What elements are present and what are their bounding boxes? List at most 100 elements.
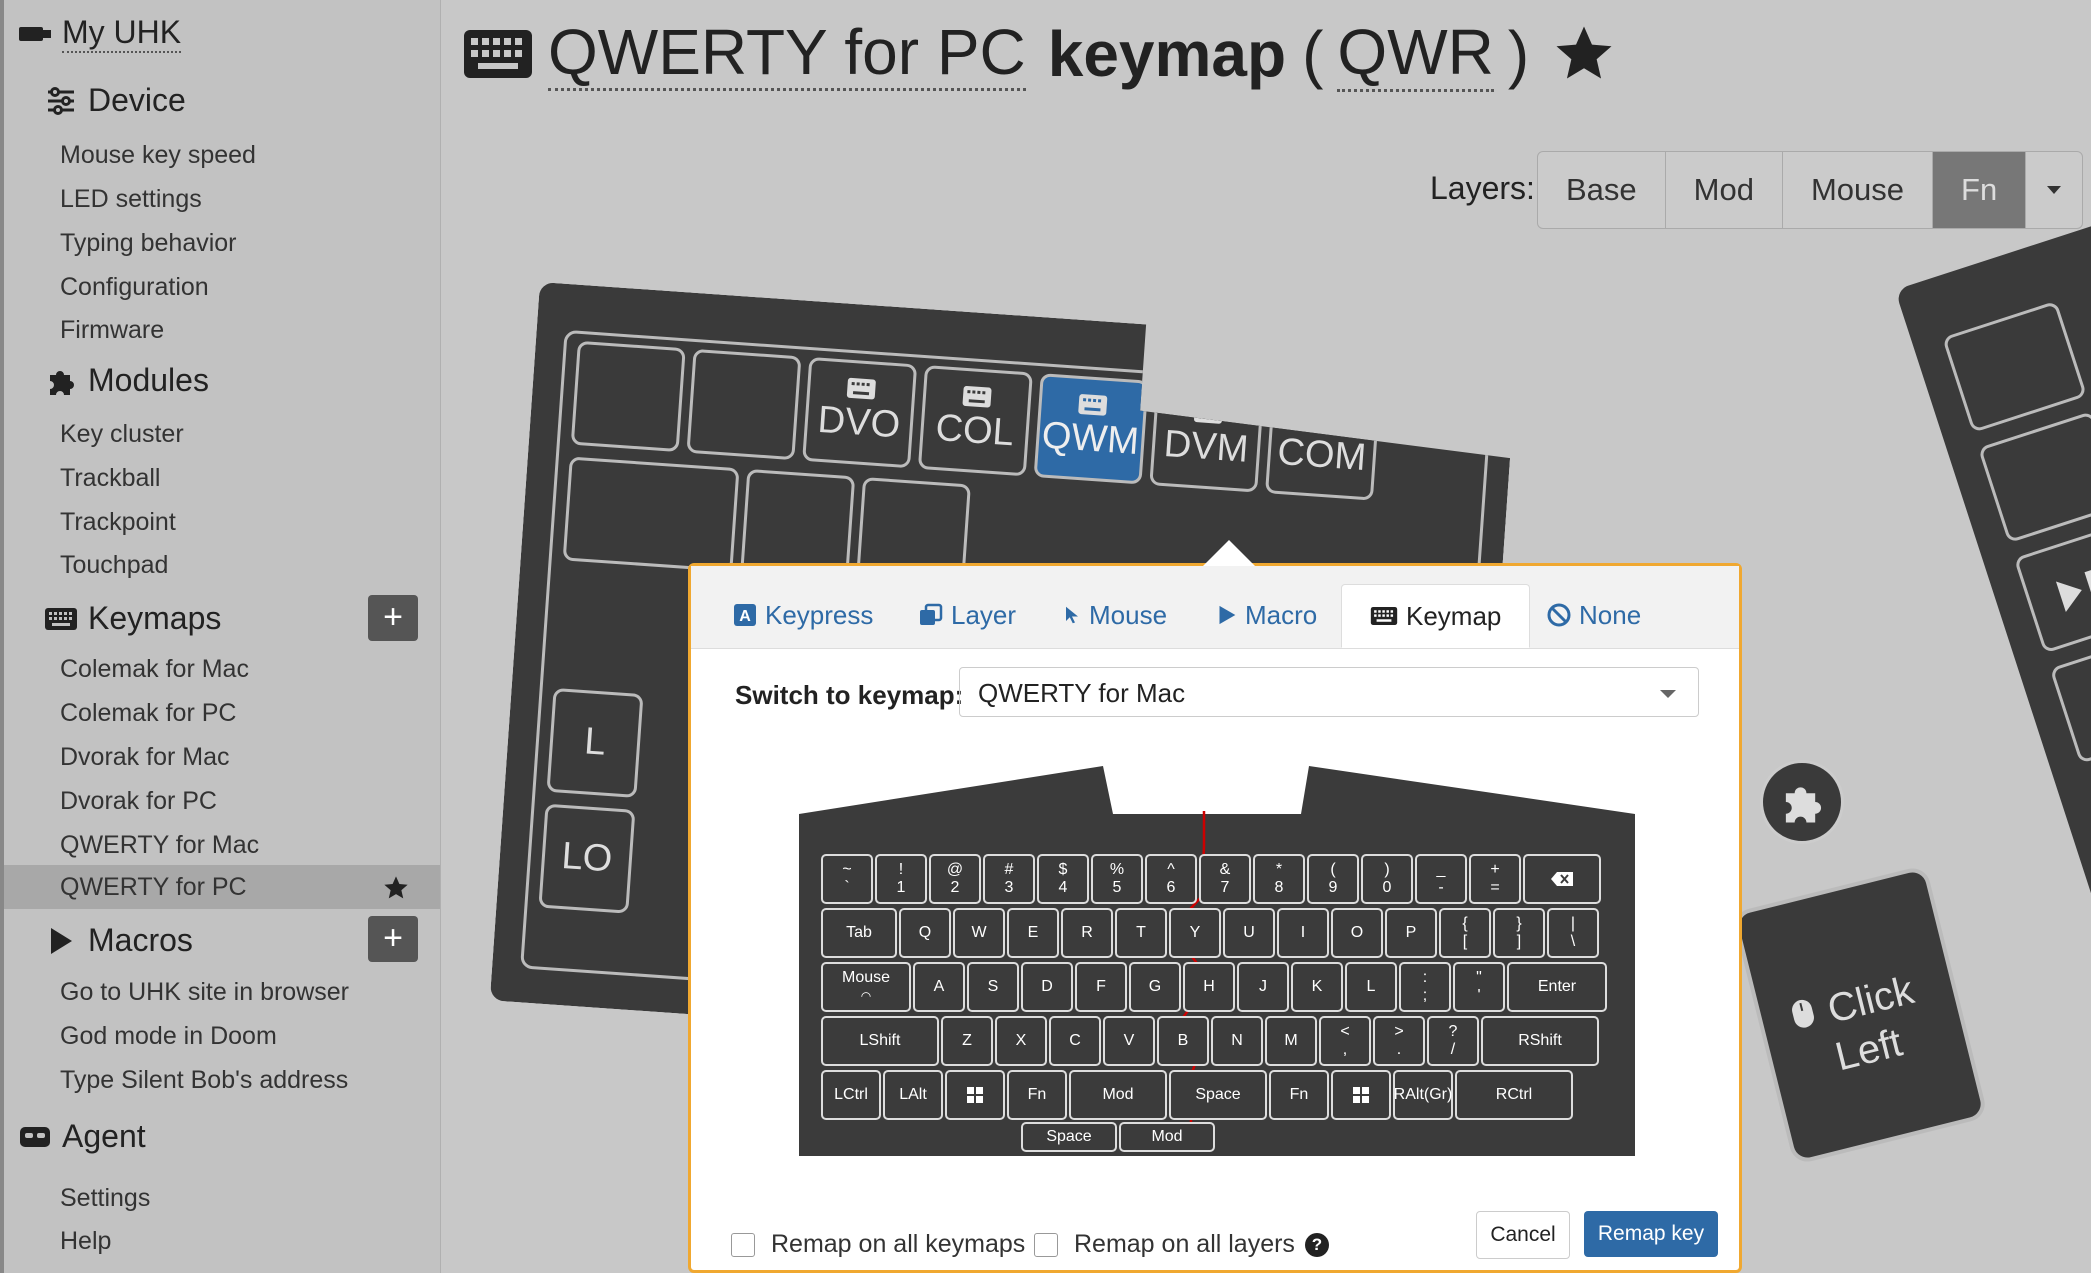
tab-mouse[interactable]: Mouse: [1063, 584, 1167, 646]
layer-mouse-button[interactable]: Mouse: [1783, 152, 1934, 228]
key-col[interactable]: COL: [918, 365, 1033, 476]
checkbox-box[interactable]: [1034, 1232, 1058, 1257]
sidebar-item-mouse-key-speed[interactable]: Mouse key speed: [60, 141, 256, 170]
key-empty-1[interactable]: [571, 341, 686, 452]
preview-key-top: F: [1096, 978, 1106, 995]
tab-none[interactable]: None: [1547, 584, 1641, 646]
layer-fn-button[interactable]: Fn: [1933, 152, 2027, 228]
add-macro-button[interactable]: +: [368, 916, 418, 962]
preview-key-bottom: /: [1450, 1041, 1456, 1058]
key-l[interactable]: L: [546, 688, 643, 798]
preview-key-top: Mod: [1102, 1086, 1134, 1103]
key-lo[interactable]: LO: [538, 804, 635, 914]
keyboard-icon: [44, 602, 78, 636]
preview-key: (9: [1307, 854, 1359, 904]
key-row2-1[interactable]: [563, 457, 740, 573]
preview-key-top: T: [1136, 924, 1146, 941]
sidebar-item-qwerty-mac[interactable]: QWERTY for Mac: [60, 831, 259, 860]
key-dvm[interactable]: DVM: [1149, 381, 1264, 492]
keyboard-icon: [1193, 401, 1224, 425]
sliders-icon: [44, 84, 78, 118]
key-right-play-pause[interactable]: [2013, 521, 2091, 654]
sidebar-item-dvorak-mac[interactable]: Dvorak for Mac: [60, 743, 229, 772]
layer-dropdown-button[interactable]: [2026, 152, 2082, 228]
preview-key: [1331, 1070, 1391, 1120]
sidebar-item-trackball[interactable]: Trackball: [60, 464, 161, 493]
tab-macro[interactable]: Macro: [1217, 584, 1317, 646]
keyboard-icon: [961, 385, 992, 409]
preview-key-bottom: 1: [896, 879, 906, 896]
key-right-k[interactable]: k: [2049, 631, 2091, 764]
default-keymap-star-icon[interactable]: [1551, 21, 1617, 87]
remap-key-button[interactable]: Remap key: [1584, 1211, 1718, 1257]
preview-key-top: N: [1231, 1032, 1243, 1049]
sidebar-item-colemak-pc[interactable]: Colemak for PC: [60, 699, 236, 728]
preview-key: LCtrl: [821, 1070, 881, 1120]
switch-to-keymap-label: Switch to keymap:: [735, 680, 964, 710]
preview-key: :;: [1399, 962, 1451, 1012]
sidebar-item-macro-uhk-site[interactable]: Go to UHK site in browser: [60, 978, 349, 1007]
key-qwm-selected[interactable]: QWM: [1034, 373, 1149, 484]
sidebar-item-typing-behavior[interactable]: Typing behavior: [60, 229, 237, 258]
sidebar-item-trackpoint[interactable]: Trackpoint: [60, 508, 176, 537]
sidebar-item-dvorak-pc[interactable]: Dvorak for PC: [60, 787, 217, 816]
key-right-2[interactable]: [1977, 411, 2091, 544]
preview-key-top: Fn: [1027, 1086, 1047, 1103]
sidebar-item-qwerty-pc[interactable]: QWERTY for PC: [4, 865, 440, 909]
preview-key: H: [1183, 962, 1235, 1012]
preview-key-top: E: [1027, 924, 1039, 941]
preview-key-top: V: [1123, 1032, 1135, 1049]
remap-all-keymaps-label: Remap on all keymaps: [771, 1230, 1026, 1258]
sidebar-item-macro-silent-bob[interactable]: Type Silent Bob's address: [60, 1066, 348, 1095]
preview-thumb-key-label: Space: [1046, 1128, 1092, 1145]
key-empty-2[interactable]: [686, 349, 801, 460]
tab-keymap[interactable]: Keymap: [1341, 584, 1531, 648]
cancel-button[interactable]: Cancel: [1476, 1211, 1570, 1259]
sidebar-item-configuration[interactable]: Configuration: [60, 273, 209, 302]
keyboard-icon: [1308, 409, 1339, 433]
remap-all-keymaps-checkbox[interactable]: Remap on all keymaps: [731, 1230, 1025, 1259]
sidebar-section-device: Device: [44, 82, 186, 119]
sidebar-item-colemak-mac[interactable]: Colemak for Mac: [60, 655, 249, 684]
checkbox-box[interactable]: [731, 1232, 755, 1257]
layer-mod-button[interactable]: Mod: [1666, 152, 1783, 228]
sidebar-item-led-settings[interactable]: LED settings: [60, 185, 202, 214]
keymap-select[interactable]: QWERTY for Mac: [959, 667, 1699, 717]
key-dvo[interactable]: DVO: [802, 357, 917, 468]
sidebar-item-macro-god-mode[interactable]: God mode in Doom: [60, 1022, 277, 1051]
add-keymap-button[interactable]: +: [368, 595, 418, 641]
preview-key-top: >: [1394, 1023, 1404, 1040]
preview-key: * 8: [1253, 854, 1305, 904]
preview-key-bottom: 3: [1004, 879, 1014, 896]
preview-key-top: I: [1300, 924, 1306, 941]
tab-keypress[interactable]: A Keypress: [733, 584, 873, 646]
preview-key-top: _: [1436, 861, 1446, 878]
sidebar-item-key-cluster[interactable]: Key cluster: [60, 420, 184, 449]
preview-key: $4: [1037, 854, 1089, 904]
layer-base-button[interactable]: Base: [1538, 152, 1666, 228]
sidebar-item-touchpad[interactable]: Touchpad: [60, 551, 168, 580]
sidebar-item-settings[interactable]: Settings: [60, 1184, 150, 1213]
preview-key-top: D: [1041, 978, 1053, 995]
mouse-wifi-icon: ◠: [860, 989, 872, 1003]
sidebar-section-macros: Macros: [44, 922, 193, 959]
layers-label: Layers:: [1430, 170, 1535, 206]
preview-key-top: ^: [1167, 861, 1175, 878]
sidebar-my-uhk[interactable]: My UHK: [18, 14, 182, 53]
key-right-1[interactable]: [1942, 300, 2088, 433]
preview-key-top: %: [1109, 861, 1125, 878]
remap-all-layers-checkbox[interactable]: Remap on all layers ?: [1034, 1230, 1329, 1259]
key-click-left[interactable]: Click Left: [1731, 864, 1989, 1166]
preview-key-top: S: [987, 978, 999, 995]
default-keymap-star-icon[interactable]: [382, 874, 410, 902]
sidebar-item-help[interactable]: Help: [60, 1227, 111, 1256]
tab-layer[interactable]: Layer: [919, 584, 1016, 646]
sidebar-item-firmware[interactable]: Firmware: [60, 316, 164, 345]
module-config-button[interactable]: [1760, 760, 1844, 844]
keymap-name-editable[interactable]: QWERTY for PC: [548, 16, 1026, 91]
key-com[interactable]: COM: [1265, 389, 1380, 500]
help-icon[interactable]: ?: [1304, 1232, 1329, 1257]
preview-key-top: LShift: [859, 1032, 901, 1049]
keymap-abbreviation-editable[interactable]: QWR: [1337, 15, 1494, 92]
tab-mouse-label: Mouse: [1089, 599, 1168, 630]
